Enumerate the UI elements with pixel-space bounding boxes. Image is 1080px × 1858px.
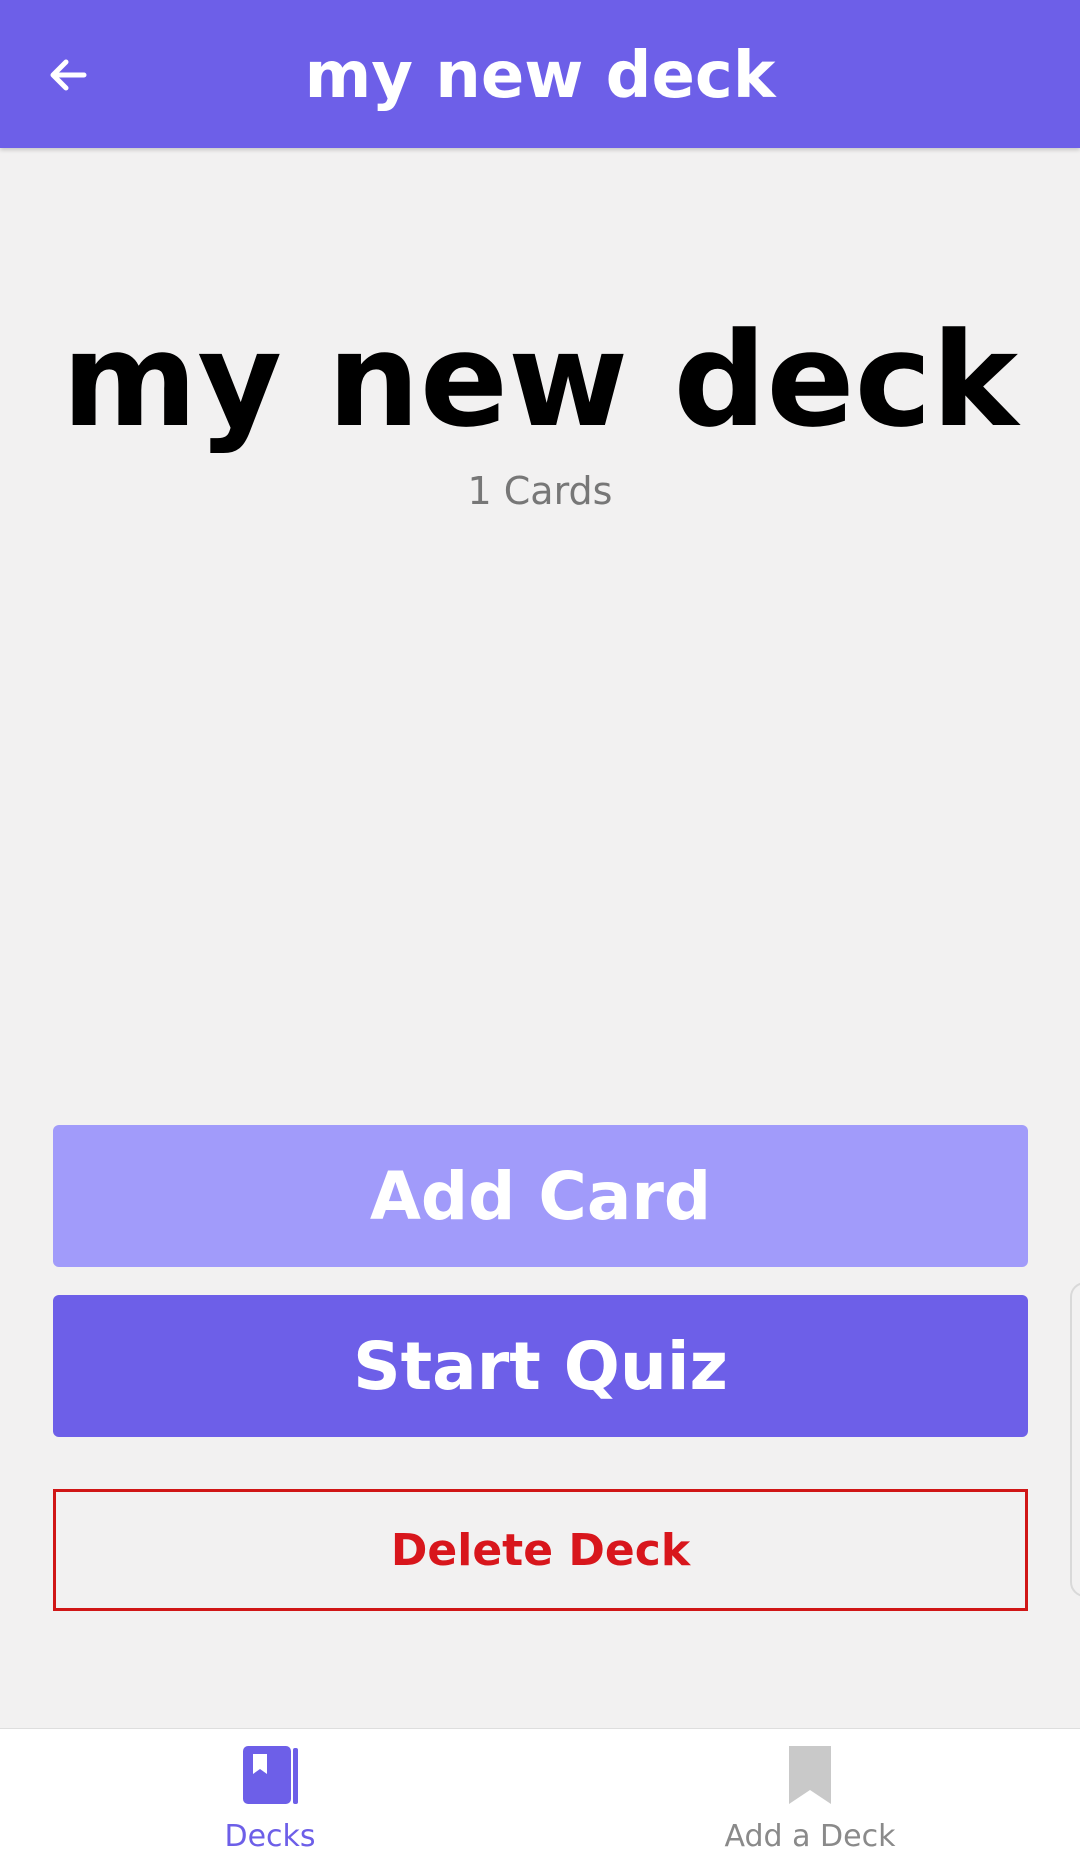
tab-label-decks: Decks — [224, 1819, 316, 1854]
add-card-button[interactable]: Add Card — [53, 1125, 1028, 1267]
delete-deck-button[interactable]: Delete Deck — [53, 1489, 1028, 1611]
scroll-edge-indicator — [1070, 1282, 1080, 1597]
deck-title: my new deck — [61, 304, 1019, 456]
tab-add-deck[interactable]: Add a Deck — [540, 1729, 1080, 1858]
tab-label-add-deck: Add a Deck — [724, 1819, 896, 1854]
app-header: my new deck — [0, 0, 1080, 148]
card-count: 1 Cards — [467, 469, 613, 513]
bookmark-icon — [778, 1743, 842, 1807]
start-quiz-button[interactable]: Start Quiz — [53, 1295, 1028, 1437]
header-title: my new deck — [304, 39, 776, 113]
book-icon — [238, 1743, 302, 1807]
bottom-tab-bar: Decks Add a Deck — [0, 1728, 1080, 1858]
tab-decks[interactable]: Decks — [0, 1729, 540, 1858]
